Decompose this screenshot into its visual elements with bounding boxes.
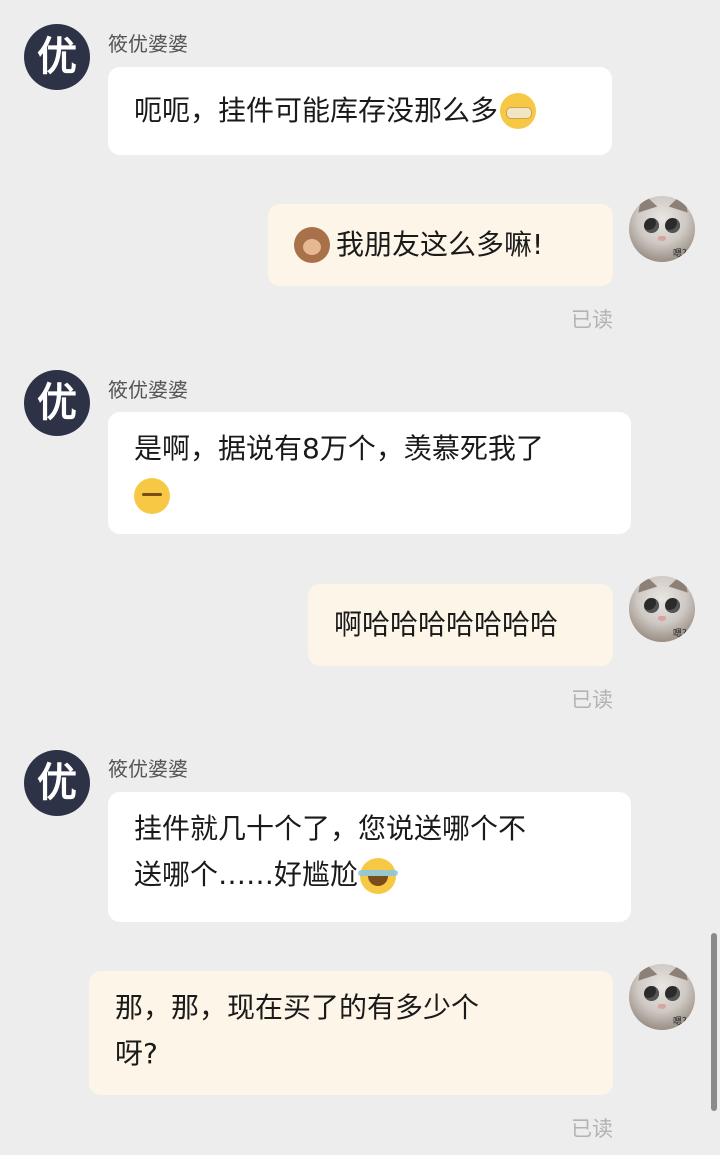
sender-name: 筱优婆婆 <box>108 757 188 781</box>
cat-nose-icon <box>658 1004 666 1009</box>
avatar-caption: 嗯？ <box>673 249 692 259</box>
cat-ear-left-icon <box>632 196 658 213</box>
my-avatar[interactable]: 嗯？ <box>629 576 695 642</box>
message-bubble-incoming[interactable]: 挂件就几十个了，您说送哪个不 送哪个……好尴尬 <box>108 792 631 922</box>
message-text: 啊哈哈哈哈哈哈哈 <box>334 608 559 641</box>
relieved-face-emoji-icon <box>134 478 170 514</box>
message-bubble-outgoing[interactable]: 我朋友这么多嘛! <box>268 204 613 286</box>
message-text: 我朋友这么多嘛! <box>336 228 544 261</box>
my-avatar[interactable]: 嗯？ <box>629 196 695 262</box>
cat-ear-right-icon <box>668 196 694 213</box>
cat-eye-left-icon <box>644 598 659 613</box>
contact-avatar[interactable]: 优 <box>24 370 90 436</box>
cat-ear-right-icon <box>668 576 694 593</box>
message-text-line: 是啊，据说有8万个，羡慕死我了 <box>134 432 544 465</box>
message-bubble-incoming[interactable]: 是啊，据说有8万个，羡慕死我了 <box>108 412 631 534</box>
avatar-char: 优 <box>37 34 77 80</box>
avatar-char: 优 <box>37 760 77 806</box>
cat-eye-right-icon <box>665 218 680 233</box>
cat-nose-icon <box>658 616 666 621</box>
message-text-line: 呀? <box>115 1037 158 1070</box>
contact-avatar[interactable]: 优 <box>24 750 90 816</box>
cat-ear-right-icon <box>668 964 694 981</box>
message-text-line: 送哪个……好尴尬 <box>134 858 359 891</box>
cat-nose-icon <box>658 236 666 241</box>
cat-ear-left-icon <box>632 964 658 981</box>
avatar-caption: 嗯？ <box>673 1017 692 1027</box>
message-bubble-outgoing[interactable]: 那，那，现在买了的有多少个 呀? <box>89 971 613 1095</box>
message-text-line: 那，那，现在买了的有多少个 <box>115 991 480 1024</box>
cat-eye-right-icon <box>665 986 680 1001</box>
message-text-line: 挂件就几十个了，您说送哪个不 <box>134 812 527 845</box>
cat-eye-left-icon <box>644 986 659 1001</box>
cat-eye-left-icon <box>644 218 659 233</box>
sender-name: 筱优婆婆 <box>108 378 188 402</box>
monkey-emoji-icon <box>294 227 330 263</box>
scrollbar[interactable] <box>711 933 717 1111</box>
avatar-char: 优 <box>37 380 77 426</box>
cat-ear-left-icon <box>632 576 658 593</box>
avatar-caption: 嗯？ <box>673 629 692 639</box>
message-text: 呃呃，挂件可能库存没那么多 <box>134 94 499 127</box>
message-bubble-incoming[interactable]: 呃呃，挂件可能库存没那么多 <box>108 67 612 155</box>
my-avatar[interactable]: 嗯？ <box>629 964 695 1030</box>
cat-eye-right-icon <box>665 598 680 613</box>
sender-name: 筱优婆婆 <box>108 32 188 56</box>
yawning-face-emoji-icon <box>500 93 537 129</box>
read-receipt: 已读 <box>571 688 613 712</box>
message-bubble-outgoing[interactable]: 啊哈哈哈哈哈哈哈 <box>308 584 613 666</box>
contact-avatar[interactable]: 优 <box>24 24 90 90</box>
tears-of-joy-emoji-icon <box>358 858 399 894</box>
read-receipt: 已读 <box>571 1117 613 1141</box>
read-receipt: 已读 <box>571 308 613 332</box>
